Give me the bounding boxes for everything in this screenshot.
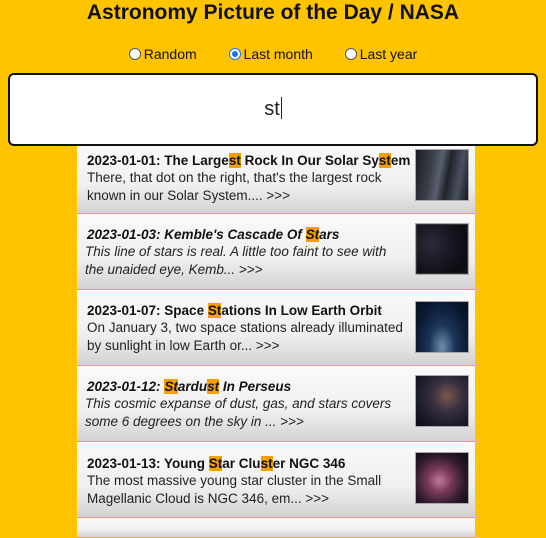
thumbnail-image[interactable] xyxy=(415,149,469,201)
radio-last-year[interactable]: Last year xyxy=(344,44,418,64)
radio-dot-icon[interactable] xyxy=(128,48,141,60)
match-highlight: St xyxy=(207,303,222,318)
title-text: ardu xyxy=(177,379,208,394)
title-text: 2023-01-12: xyxy=(87,379,165,394)
title-text: er NGC 346 xyxy=(272,456,346,471)
title-text: em xyxy=(390,153,411,168)
match-highlight: st xyxy=(207,379,220,394)
title-text: 2023-01-03: Kemble's Cascade Of xyxy=(87,227,306,242)
item-description: There, that dot on the right, that's the… xyxy=(87,170,382,203)
list-item[interactable]: 2023-01-12: Stardust In Perseus This cos… xyxy=(77,366,475,442)
list-item[interactable]: 2023-01-01: The Largest Rock In Our Sola… xyxy=(77,146,475,214)
item-title[interactable]: 2023-01-01: The Largest Rock In Our Sola… xyxy=(87,153,410,168)
thumbnail-image[interactable] xyxy=(415,223,469,275)
item-description: On January 3, two space stations already… xyxy=(87,320,403,353)
title-text: 2023-01-01: The Large xyxy=(87,153,229,168)
list-item[interactable]: 2023-01-13: Young Star Cluster NGC 346 T… xyxy=(77,442,475,518)
title-text: In Perseus xyxy=(219,379,292,394)
radio-label: Last year xyxy=(359,46,418,62)
title-text: Rock In Our Solar Sy xyxy=(240,153,379,168)
list-item[interactable]: 2023-01-03: Kemble's Cascade Of Stars Th… xyxy=(77,214,475,290)
item-description: This line of stars is real. A little too… xyxy=(85,244,387,277)
radio-label: Random xyxy=(143,46,197,62)
search-input[interactable]: st xyxy=(8,73,538,146)
title-text: ations In Low Earth Orbit xyxy=(221,303,382,318)
match-highlight: st xyxy=(260,456,273,471)
match-highlight: St xyxy=(305,227,320,242)
radio-last-month[interactable]: Last month xyxy=(228,44,313,64)
title-text: ars xyxy=(319,227,340,242)
title-text: ar Clu xyxy=(222,456,261,471)
search-value: st xyxy=(264,98,280,120)
page-title: Astronomy Picture of the Day / NASA xyxy=(86,1,460,24)
radio-dot-icon[interactable] xyxy=(228,48,241,60)
match-highlight: St xyxy=(208,456,223,471)
list-item[interactable] xyxy=(77,518,475,538)
thumbnail-image[interactable] xyxy=(415,452,469,504)
thumbnail-image[interactable] xyxy=(415,301,469,353)
item-title[interactable]: 2023-01-03: Kemble's Cascade Of Stars xyxy=(87,227,339,242)
match-highlight: st xyxy=(378,153,391,168)
title-text: 2023-01-07: Space xyxy=(87,303,208,318)
text-caret xyxy=(280,97,282,119)
item-title[interactable]: 2023-01-12: Stardust In Perseus xyxy=(87,379,291,394)
title-text: 2023-01-13: Young xyxy=(87,456,209,471)
match-highlight: St xyxy=(164,379,178,394)
item-title[interactable]: 2023-01-13: Young Star Cluster NGC 346 xyxy=(87,456,345,471)
radio-dot-icon[interactable] xyxy=(344,48,357,60)
item-title[interactable]: 2023-01-07: Space Stations In Low Earth … xyxy=(87,303,382,318)
radio-random[interactable]: Random xyxy=(128,44,197,64)
thumbnail-image[interactable] xyxy=(415,375,469,427)
item-description: This cosmic expanse of dust, gas, and st… xyxy=(85,396,392,429)
match-highlight: st xyxy=(228,153,241,168)
radio-label: Last month xyxy=(243,46,313,62)
time-filter: Random Last month Last year xyxy=(0,44,546,64)
item-description: The most massive young star cluster in t… xyxy=(87,473,382,506)
list-item[interactable]: 2023-01-07: Space Stations In Low Earth … xyxy=(77,290,475,366)
